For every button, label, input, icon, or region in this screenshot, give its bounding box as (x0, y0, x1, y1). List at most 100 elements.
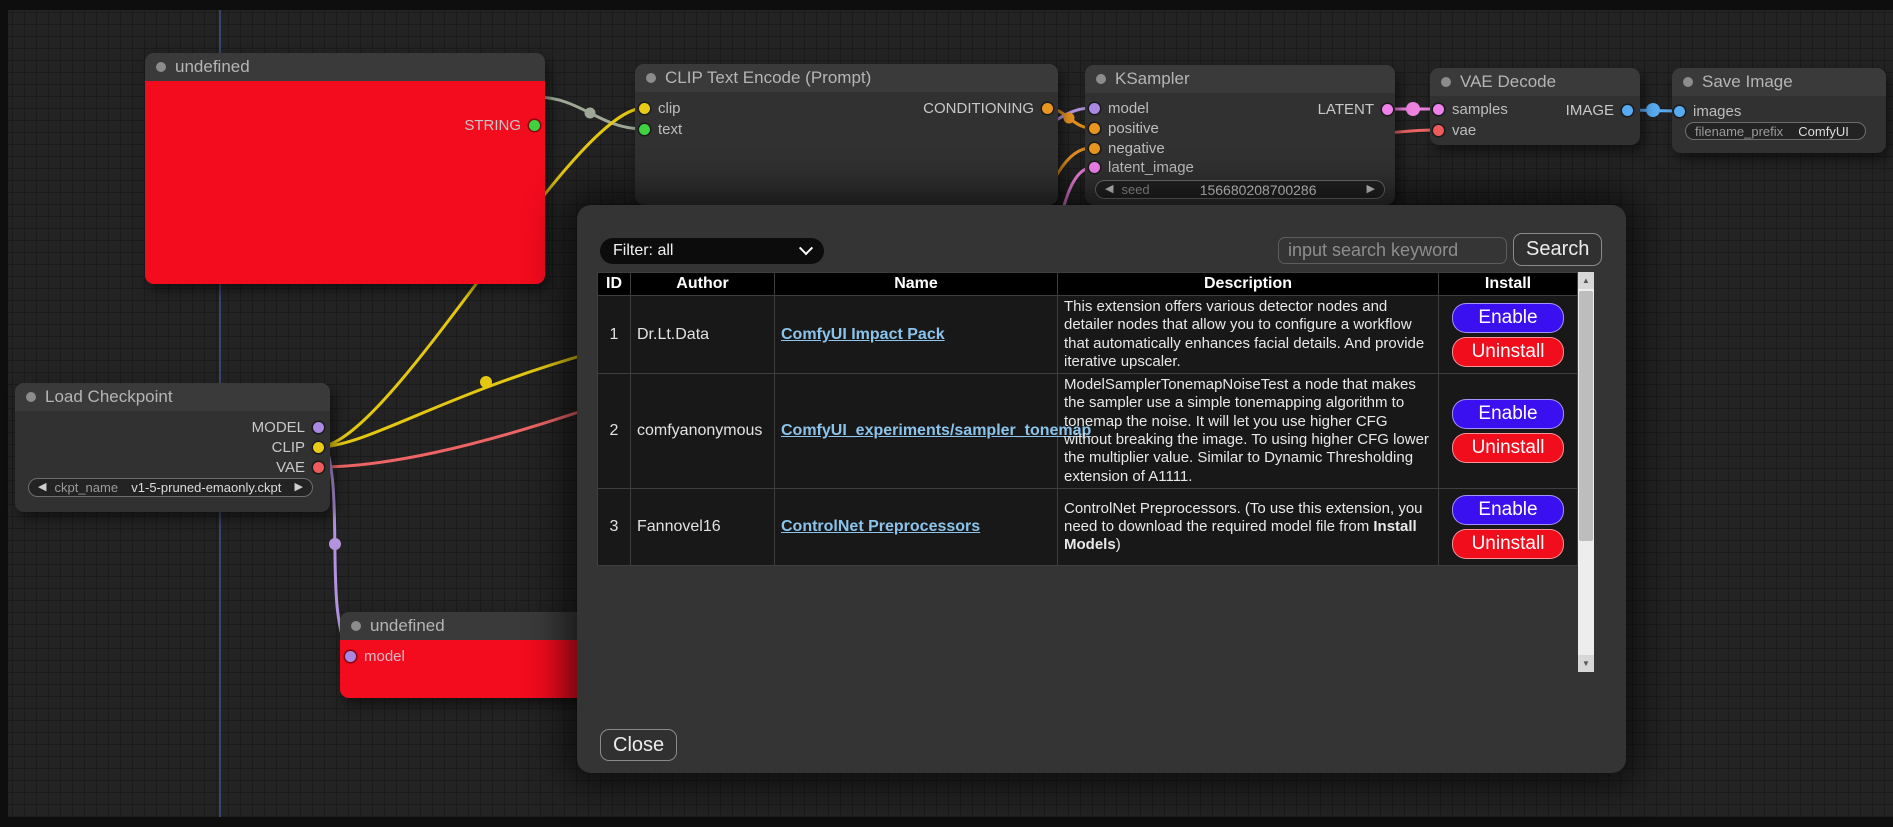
scrollbar-thumb[interactable] (1579, 291, 1593, 541)
enable-button[interactable]: Enable (1452, 303, 1564, 333)
node-title-dot-icon (1441, 77, 1451, 87)
search-input[interactable] (1278, 237, 1507, 264)
input-samples[interactable]: samples (1433, 101, 1508, 117)
node-title-dot-icon (646, 73, 656, 83)
cell-id: 3 (598, 488, 631, 565)
link-midpoint-dot (585, 108, 596, 119)
input-port-dot[interactable] (1674, 106, 1685, 117)
output-string[interactable]: STRING (464, 117, 540, 133)
uninstall-button[interactable]: Uninstall (1452, 337, 1564, 367)
output-model[interactable]: MODEL (252, 419, 324, 435)
widget-left-arrow-icon[interactable]: ◀ (38, 482, 46, 493)
column-header-author: Author (631, 273, 775, 296)
output-clip[interactable]: CLIP (272, 439, 324, 455)
input-model[interactable]: model (345, 648, 405, 664)
input-port-dot[interactable] (1089, 103, 1100, 114)
input-images[interactable]: images (1674, 103, 1741, 119)
node-title-bar[interactable]: Save Image (1672, 68, 1886, 96)
input-vae[interactable]: vae (1433, 122, 1476, 138)
node-clip-text-encode[interactable]: CLIP Text Encode (Prompt) clip text COND… (635, 64, 1058, 205)
close-button[interactable]: Close (600, 729, 677, 761)
output-port-dot[interactable] (529, 120, 540, 131)
canvas-edge (0, 0, 1893, 10)
node-load-checkpoint[interactable]: Load Checkpoint MODEL CLIP VAE ◀ ckpt_na… (15, 383, 330, 512)
cell-id: 1 (598, 296, 631, 374)
output-image[interactable]: IMAGE (1566, 102, 1633, 118)
widget-label: seed (1121, 182, 1149, 197)
widget-right-arrow-icon[interactable]: ▶ (1367, 184, 1375, 195)
input-text[interactable]: text (639, 121, 682, 137)
output-port-dot[interactable] (313, 462, 324, 473)
seed-widget[interactable]: ◀ seed 156680208700286 ▶ (1095, 180, 1385, 199)
input-positive[interactable]: positive (1089, 120, 1159, 136)
node-title: VAE Decode (1460, 72, 1556, 92)
output-port-dot[interactable] (313, 422, 324, 433)
cell-id: 2 (598, 374, 631, 489)
node-title-bar[interactable]: CLIP Text Encode (Prompt) (635, 64, 1058, 92)
scrollbar-track[interactable]: ▲ ▼ (1578, 272, 1594, 672)
column-header-install: Install (1439, 273, 1578, 296)
link-midpoint-dot (1406, 102, 1420, 116)
input-port-dot[interactable] (1089, 143, 1100, 154)
input-port-dot[interactable] (1433, 125, 1444, 136)
input-clip[interactable]: clip (639, 100, 681, 116)
cell-description: ControlNet Preprocessors. (To use this e… (1058, 488, 1439, 565)
input-model[interactable]: model (1089, 100, 1149, 116)
input-negative[interactable]: negative (1089, 140, 1165, 156)
node-undefined-top[interactable]: undefined STRING (145, 53, 545, 284)
node-title-dot-icon (26, 392, 36, 402)
node-title-bar[interactable]: VAE Decode (1430, 68, 1640, 96)
node-title-bar[interactable]: KSampler (1085, 65, 1395, 93)
node-vae-decode[interactable]: VAE Decode samples vae IMAGE (1430, 68, 1640, 145)
node-title-dot-icon (351, 621, 361, 631)
input-port-dot[interactable] (639, 124, 650, 135)
input-port-dot[interactable] (639, 103, 650, 114)
node-title: KSampler (1115, 69, 1190, 89)
scrollbar-down-icon[interactable]: ▼ (1578, 655, 1594, 672)
output-conditioning[interactable]: CONDITIONING (923, 100, 1053, 116)
node-title: Load Checkpoint (45, 387, 173, 407)
input-port-dot[interactable] (1433, 104, 1444, 115)
output-vae[interactable]: VAE (276, 459, 324, 475)
widget-value: ComfyUI (1791, 124, 1856, 139)
output-port-dot[interactable] (1622, 105, 1633, 116)
node-title-bar[interactable]: Load Checkpoint (15, 383, 330, 411)
filter-select[interactable]: Filter: all (600, 238, 824, 264)
node-title-dot-icon (1096, 74, 1106, 84)
widget-left-arrow-icon[interactable]: ◀ (1105, 184, 1113, 195)
enable-button[interactable]: Enable (1452, 399, 1564, 429)
link-midpoint-dot (1646, 103, 1660, 117)
ckpt-name-widget[interactable]: ◀ ckpt_name v1-5-pruned-emaonly.ckpt ▶ (28, 478, 313, 497)
output-port-dot[interactable] (1382, 104, 1393, 115)
chevron-down-icon (799, 241, 813, 255)
column-header-name: Name (775, 273, 1058, 296)
extension-link[interactable]: ComfyUI Impact Pack (781, 326, 945, 343)
uninstall-button[interactable]: Uninstall (1452, 433, 1564, 463)
canvas-edge (0, 0, 8, 827)
node-title-bar[interactable]: undefined (145, 53, 545, 81)
link-midpoint-dot (480, 376, 492, 388)
table-header-row: ID Author Name Description Install (598, 273, 1578, 296)
output-latent[interactable]: LATENT (1318, 101, 1393, 117)
extension-table: ID Author Name Description Install 1 Dr.… (597, 272, 1578, 566)
output-port-dot[interactable] (1042, 103, 1053, 114)
search-button[interactable]: Search (1513, 233, 1602, 266)
table-row: 2 comfyanonymous ComfyUI_experiments/sam… (598, 374, 1578, 489)
input-latent-image[interactable]: latent_image (1089, 159, 1194, 175)
node-ksampler[interactable]: KSampler model positive negative latent_… (1085, 65, 1395, 205)
enable-button[interactable]: Enable (1452, 495, 1564, 525)
uninstall-button[interactable]: Uninstall (1452, 529, 1564, 559)
canvas-edge (0, 817, 1893, 827)
filename-prefix-widget[interactable]: filename_prefix ComfyUI (1685, 122, 1866, 140)
input-port-dot[interactable] (1089, 162, 1100, 173)
extension-link[interactable]: ComfyUI_experiments/sampler_tonemap (781, 422, 1091, 439)
widget-value: 156680208700286 (1158, 182, 1359, 198)
input-port-dot[interactable] (1089, 123, 1100, 134)
extension-link[interactable]: ControlNet Preprocessors (781, 518, 980, 535)
scrollbar-up-icon[interactable]: ▲ (1578, 272, 1594, 289)
widget-right-arrow-icon[interactable]: ▶ (295, 482, 303, 493)
input-port-dot[interactable] (345, 651, 356, 662)
output-port-dot[interactable] (313, 442, 324, 453)
node-save-image[interactable]: Save Image images filename_prefix ComfyU… (1672, 68, 1886, 153)
cell-description: ModelSamplerTonemapNoiseTest a node that… (1058, 374, 1439, 489)
